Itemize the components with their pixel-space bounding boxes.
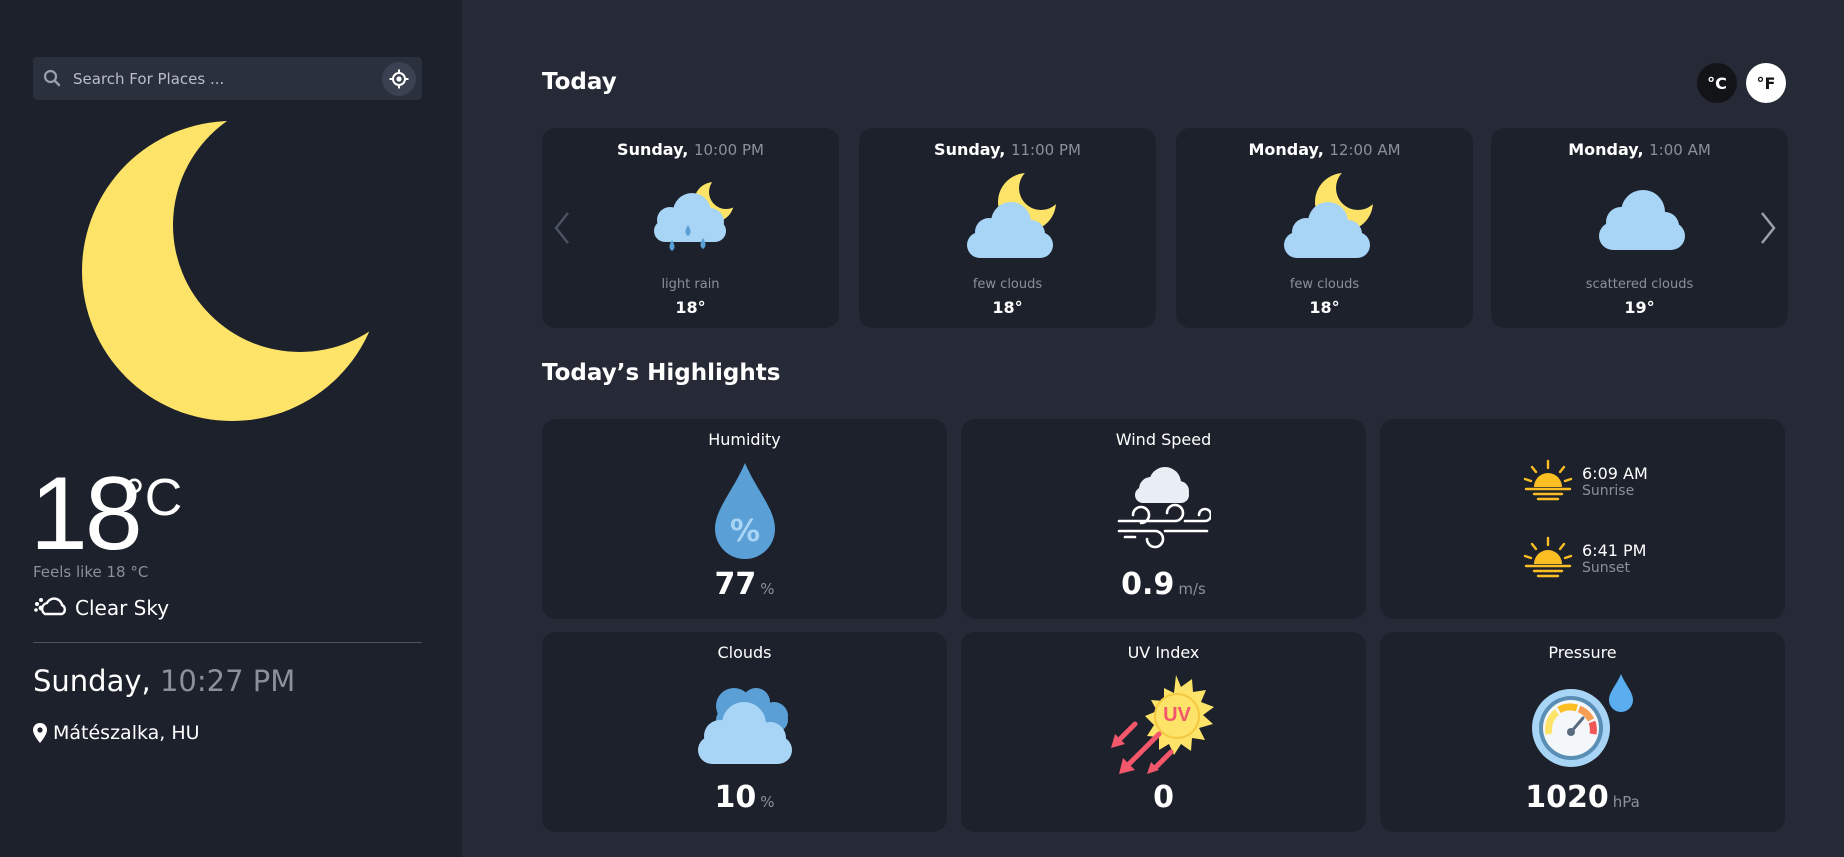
location-label: Mátészalka, HU (53, 722, 200, 744)
humidity-label: Humidity (708, 430, 781, 449)
humidity-card: Humidity % 77% (542, 419, 947, 619)
current-day: Sunday, (33, 664, 151, 698)
highlights-heading: Today’s Highlights (542, 360, 781, 386)
wind-value: 0.9 (1121, 567, 1175, 602)
wind-label: Wind Speed (1115, 430, 1212, 449)
uv-label: UV Index (1127, 643, 1200, 662)
pressure-label: Pressure (1548, 643, 1617, 662)
forecast-time: 1:00 AM (1649, 141, 1711, 159)
cloud-icon (1599, 190, 1685, 250)
pressure-gauge-icon (1532, 674, 1633, 767)
forecast-card[interactable]: Monday, 1:00 AM scattered clouds 19° (1491, 128, 1788, 328)
fahrenheit-button[interactable]: °F (1746, 63, 1786, 103)
forecast-desc: light rain (661, 277, 720, 292)
current-time: 10:27 PM (159, 664, 296, 698)
feels-like: Feels like 18 °C (33, 563, 149, 581)
sunset-time: 6:41 PM (1582, 540, 1647, 560)
search-input[interactable] (73, 57, 393, 100)
clouds-icon (698, 688, 792, 764)
sunset-label: Sunset (1582, 559, 1631, 576)
forecast-temp: 18° (1309, 298, 1340, 317)
chevron-right-icon[interactable] (1758, 210, 1778, 246)
moon-cloud-icon (967, 173, 1056, 258)
crosshair-icon (389, 69, 409, 89)
svg-text:%: % (730, 514, 760, 549)
pressure-value: 1020 (1525, 780, 1609, 815)
forecast-desc: few clouds (972, 277, 1043, 292)
forecast-temp: 19° (1624, 298, 1655, 317)
cloud-wind-icon (1117, 467, 1211, 549)
uv-badge: UV (1163, 704, 1191, 726)
condition-label: Clear Sky (75, 596, 170, 620)
sidebar: 18 °C Feels like 18 °C Clear Sky Sunday,… (0, 0, 462, 857)
uv-value: 0 (1153, 780, 1174, 815)
pressure-unit: hPa (1612, 793, 1640, 811)
current-location-button[interactable] (382, 62, 416, 96)
forecast-desc: few clouds (1289, 277, 1360, 292)
uv-card: UV Index UV 0 (961, 632, 1366, 832)
celsius-button[interactable]: °C (1697, 63, 1737, 103)
chevron-left-icon[interactable] (552, 210, 572, 246)
forecast-time: 10:00 PM (693, 141, 764, 159)
sunrise-icon (1523, 459, 1573, 501)
search-icon (43, 69, 61, 87)
today-heading: Today (542, 69, 617, 95)
humidity-value: 77 (714, 567, 757, 602)
search-bar (33, 57, 422, 100)
uv-icon: UV (1111, 674, 1221, 778)
forecast-time: 11:00 PM (1010, 141, 1081, 159)
forecast-card[interactable]: Sunday, 11:00 PM few clouds 18° (859, 128, 1156, 328)
sunset-row: 6:41 PM Sunset (1522, 536, 1646, 580)
cloud-wind-icon (34, 597, 66, 616)
forecast-day: Monday, (1568, 140, 1644, 159)
wind-unit: m/s (1178, 580, 1206, 598)
humidity-unit: % (760, 580, 775, 598)
moon-cloud-icon (1284, 173, 1373, 258)
forecast-day: Monday, (1248, 140, 1324, 159)
sunrise-row: 6:09 AM Sunrise (1522, 459, 1648, 503)
forecast-time: 12:00 AM (1329, 141, 1401, 159)
sun-card: 6:09 AM Sunrise 6:41 PM Sunset (1380, 419, 1785, 619)
clouds-value: 10 (714, 780, 757, 815)
forecast-temp: 18° (675, 298, 706, 317)
location-pin-icon (33, 723, 47, 743)
clouds-card: Clouds 10% (542, 632, 947, 832)
sunrise-time: 6:09 AM (1582, 463, 1648, 483)
current-location: Mátészalka, HU (33, 722, 200, 744)
moon-cloud-rain-icon (654, 182, 734, 251)
clouds-label: Clouds (717, 643, 772, 662)
current-datetime: Sunday, 10:27 PM (33, 664, 295, 698)
forecast-card[interactable]: Sunday, 10:00 PM light rain 18° (542, 128, 839, 328)
sunrise-label: Sunrise (1582, 482, 1635, 499)
forecast-day: Sunday, (934, 140, 1006, 159)
forecast-desc: scattered clouds (1585, 277, 1694, 292)
clouds-unit: % (760, 793, 775, 811)
pressure-card: Pressure 1020 hPa (1380, 632, 1785, 832)
moon-icon (82, 121, 380, 421)
humidity-drop-icon: % (715, 463, 775, 559)
divider (33, 642, 422, 643)
forecast-temp: 18° (992, 298, 1023, 317)
sunset-icon (1523, 536, 1573, 578)
forecast-day: Sunday, (617, 140, 689, 159)
current-condition: Clear Sky (33, 596, 169, 620)
wind-card: Wind Speed 0.9 m/s (961, 419, 1366, 619)
forecast-card[interactable]: Monday, 12:00 AM few clouds 18° (1176, 128, 1473, 328)
current-temperature-unit: °C (124, 469, 183, 527)
